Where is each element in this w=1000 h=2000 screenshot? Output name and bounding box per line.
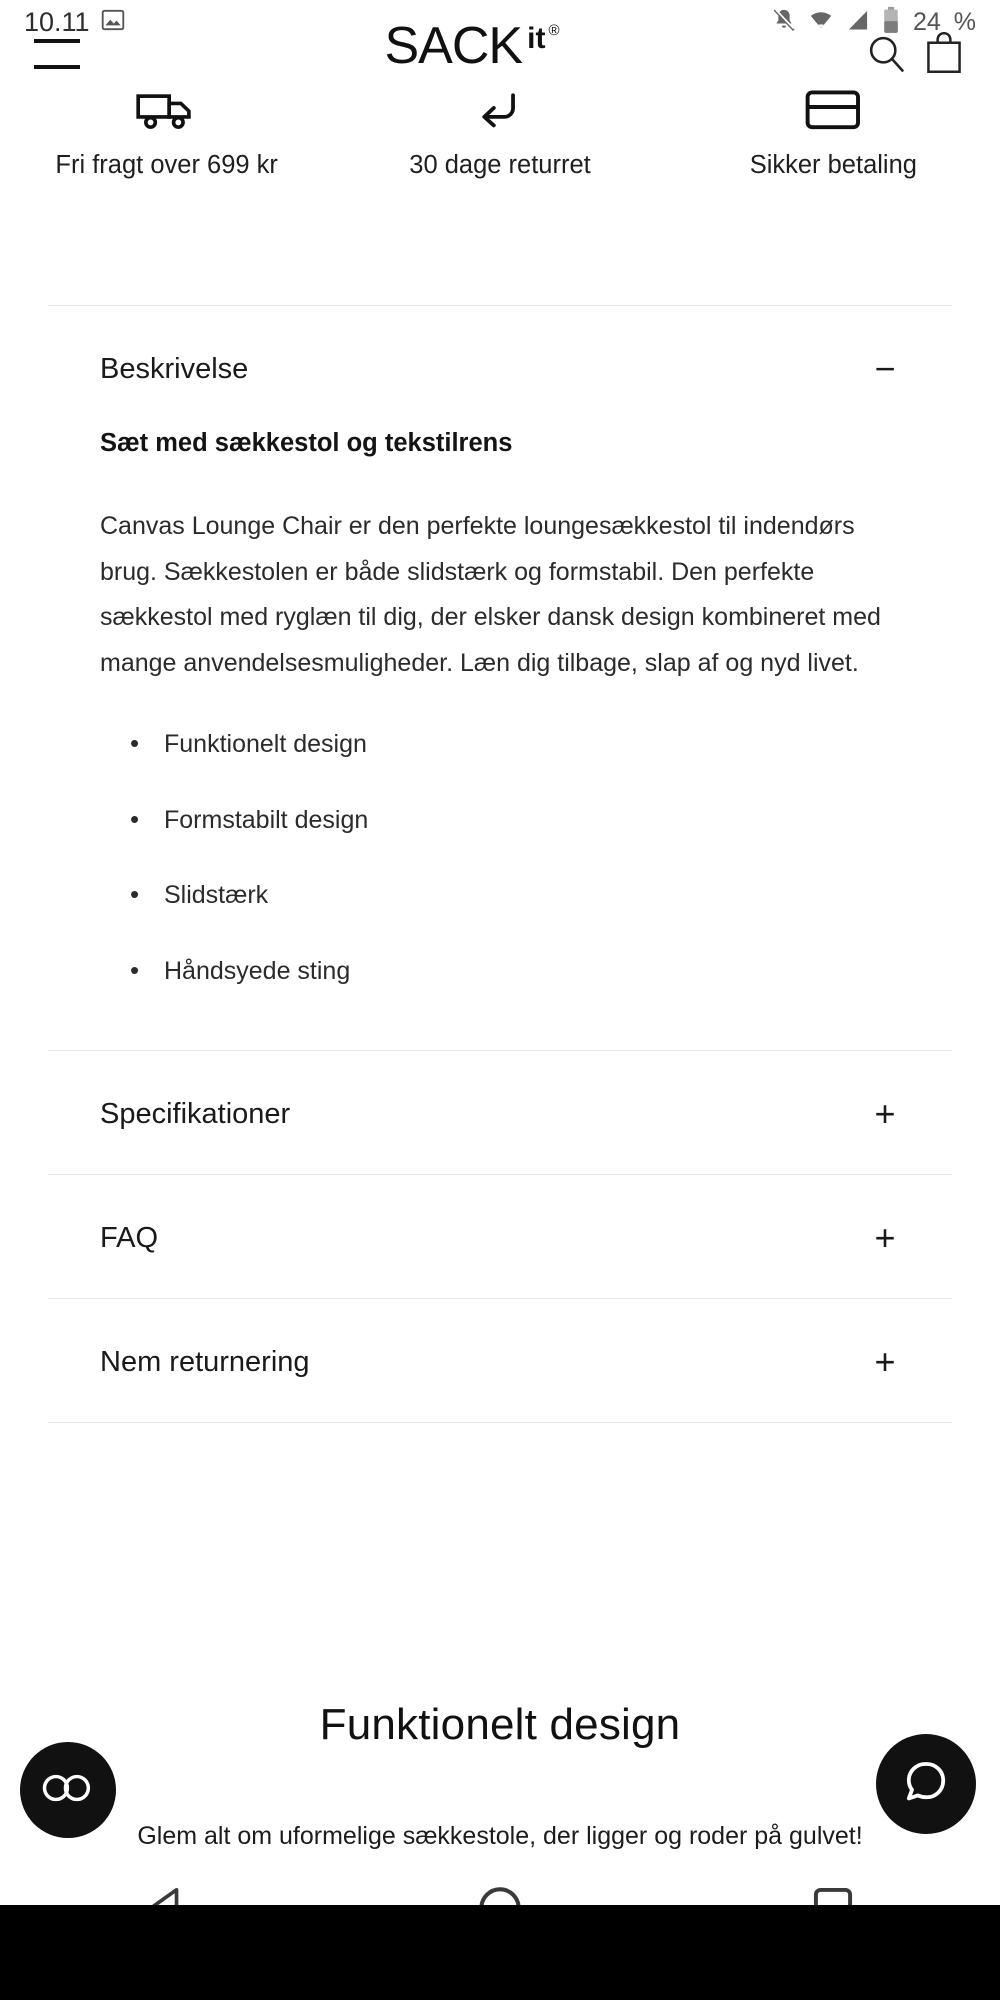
product-accordions: Beskrivelse − Sæt med sækkestol og tekst… xyxy=(48,305,952,1423)
chat-button[interactable] xyxy=(876,1734,976,1834)
accordion-header-faq[interactable]: FAQ + xyxy=(48,1175,952,1298)
minus-icon[interactable]: − xyxy=(870,351,900,387)
list-item: Funktionelt design xyxy=(130,724,900,764)
plus-icon[interactable]: + xyxy=(870,1344,900,1380)
hamburger-line xyxy=(34,39,80,43)
usp-item-shipping: Fri fragt over 699 kr xyxy=(0,87,333,184)
accordion-faq: FAQ + xyxy=(48,1174,952,1298)
search-icon[interactable] xyxy=(864,31,908,80)
accordion-title: Nem returnering xyxy=(100,1345,310,1378)
accordion-header-beskrivelse[interactable]: Beskrivelse − xyxy=(48,306,952,429)
cookie-settings-button[interactable] xyxy=(20,1742,116,1838)
credit-card-icon xyxy=(805,87,861,133)
usp-label: 30 dage returret xyxy=(409,151,591,179)
feature-section: Funktionelt design Glem alt om uformelig… xyxy=(0,1700,1000,1851)
accordion-title: Specifikationer xyxy=(100,1097,291,1130)
site-logo[interactable]: SACK it ® xyxy=(385,20,560,72)
site-header: SACK it ® xyxy=(0,0,1000,88)
list-item: Slidstærk xyxy=(130,875,900,915)
feature-subtitle: Glem alt om uformelige sækkestole, der l… xyxy=(137,1822,863,1850)
chat-bubble-icon xyxy=(902,1758,950,1811)
feature-title: Funktionelt design xyxy=(319,1700,681,1749)
accordion-title: FAQ xyxy=(100,1221,159,1254)
plus-icon[interactable]: + xyxy=(870,1096,900,1132)
nav-bar-black-area xyxy=(0,1905,1000,2000)
accordion-nem-returnering: Nem returnering + xyxy=(48,1298,952,1423)
usp-item-payment: Sikker betaling xyxy=(667,87,1000,184)
accordion-header-specifikationer[interactable]: Specifikationer + xyxy=(48,1051,952,1174)
hamburger-menu-icon[interactable] xyxy=(34,39,80,69)
cart-icon[interactable] xyxy=(922,30,966,81)
logo-main-text: SACK xyxy=(384,17,524,75)
accordion-header-nem-returnering[interactable]: Nem returnering + xyxy=(48,1299,952,1422)
accordion-beskrivelse: Beskrivelse − Sæt med sækkestol og tekst… xyxy=(48,305,952,1050)
usp-item-returns: 30 dage returret xyxy=(333,87,666,184)
description-feature-list: Funktionelt design Formstabilt design Sl… xyxy=(100,724,900,991)
phone-screen: SACK it ® 10.11 24 % Fri fragt over 699 … xyxy=(0,0,1000,2000)
logo-suffix-text: it xyxy=(527,22,546,55)
plus-icon[interactable]: + xyxy=(870,1220,900,1256)
return-arrow-icon xyxy=(476,87,524,133)
delivery-truck-icon xyxy=(136,87,198,133)
usp-label: Fri fragt over 699 kr xyxy=(55,151,278,179)
header-actions xyxy=(864,30,966,81)
description-subtitle: Sæt med sækkestol og tekstilrens xyxy=(100,429,513,457)
usp-label: Sikker betaling xyxy=(749,151,917,179)
list-item: Håndsyede sting xyxy=(130,951,900,991)
accordion-title: Beskrivelse xyxy=(100,352,249,385)
hamburger-line xyxy=(34,65,80,69)
description-paragraph: Canvas Lounge Chair er den perfekte loun… xyxy=(100,512,881,677)
cookie-icon xyxy=(41,1771,95,1810)
logo-registered-mark: ® xyxy=(548,22,560,39)
list-item: Formstabilt design xyxy=(130,800,900,840)
accordion-body-beskrivelse: Sæt med sækkestol og tekstilrens Canvas … xyxy=(48,429,952,1050)
accordion-specifikationer: Specifikationer + xyxy=(48,1050,952,1174)
